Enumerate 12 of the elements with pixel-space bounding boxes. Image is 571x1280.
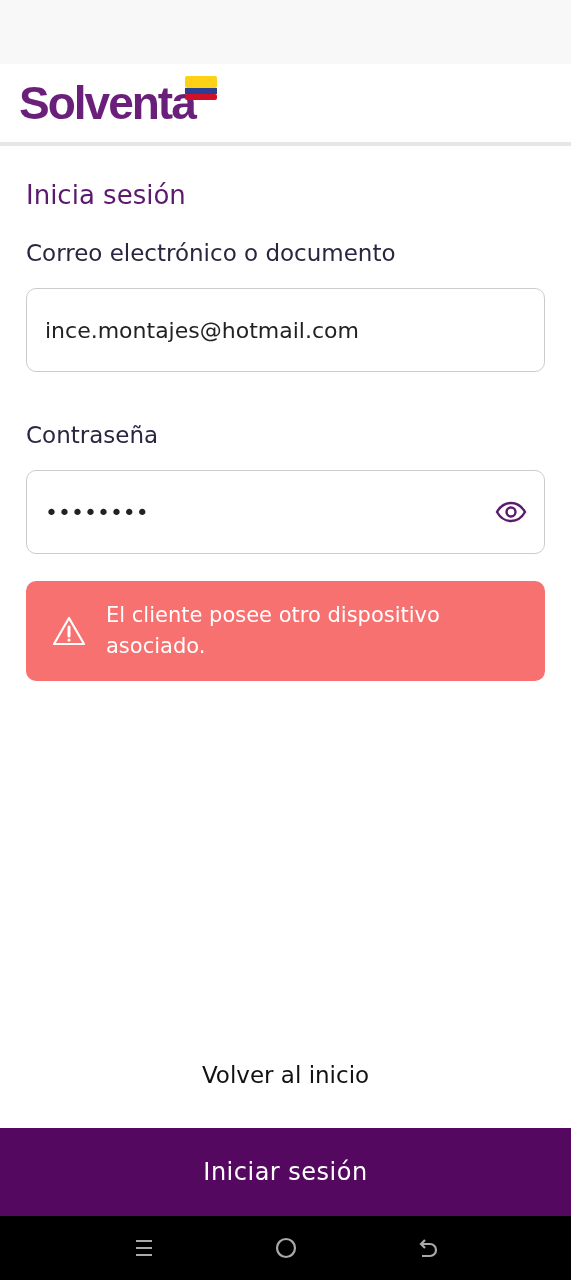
field-label: Correo electrónico o documento: [26, 240, 397, 266]
warning-icon: [52, 616, 86, 646]
back-link[interactable]: Volver al inicio: [201, 1062, 370, 1088]
error-message: El cliente posee otro dispositivo asociado.: [106, 602, 441, 660]
home-icon[interactable]: [273, 1236, 298, 1260]
email-field[interactable]: ince.montajes@hotmail.com: [26, 288, 545, 372]
password-field[interactable]: ••••••••: [26, 470, 545, 554]
login-button[interactable]: Iniciar sesión: [0, 1128, 571, 1216]
eye-icon[interactable]: [495, 501, 527, 523]
field-label: Contraseña: [26, 422, 160, 448]
logo: Solventa: [19, 80, 195, 126]
page-title: Inicia sesión: [26, 180, 187, 210]
